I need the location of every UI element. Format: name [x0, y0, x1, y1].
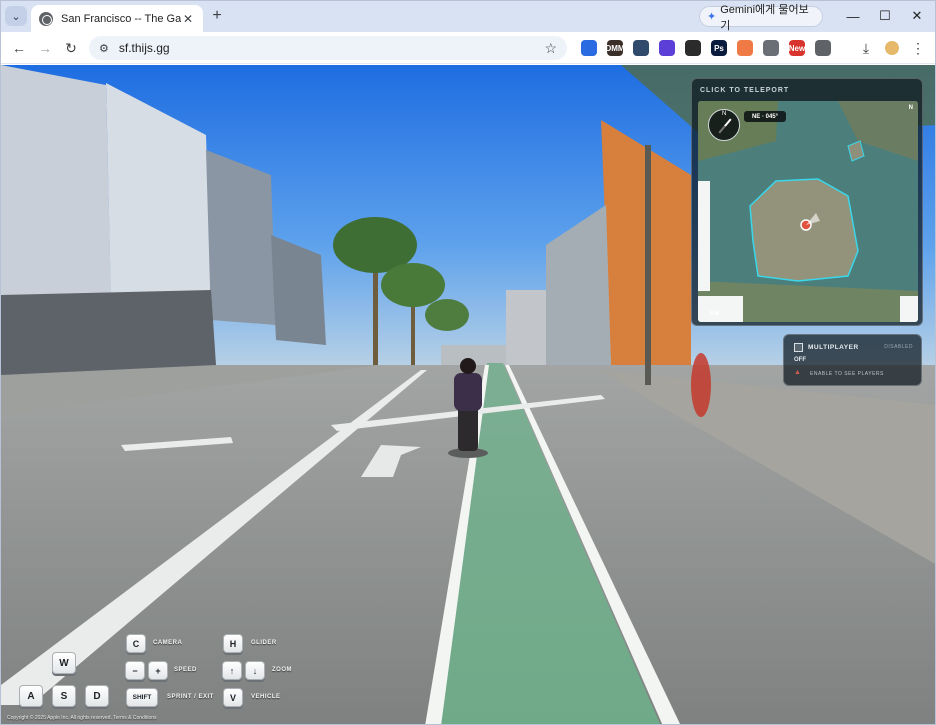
glider-label: GLIDER — [251, 640, 277, 646]
speed-label: SPEED — [174, 667, 197, 673]
tab-close-icon[interactable]: ✕ — [181, 12, 195, 26]
multiplayer-hint: ENABLE TO SEE PLAYERS — [810, 371, 884, 377]
player-torso — [454, 373, 482, 411]
vehicle-label: VEHICLE — [251, 694, 281, 700]
back-button[interactable]: ← — [9, 38, 29, 58]
player-head — [460, 358, 476, 374]
sprint-label: SPRINT / EXIT — [167, 694, 214, 700]
gemini-ask-button[interactable]: ✦ Gemini에게 물어보기 — [699, 4, 823, 32]
forward-button[interactable]: → — [35, 38, 55, 58]
multiplayer-panel: MULTIPLAYER DISABLED OFF ▲ ENABLE TO SEE… — [783, 334, 922, 386]
zoom-label: ZOOM — [272, 667, 292, 673]
move-right-key: D — [85, 685, 109, 707]
extension-burst-icon[interactable] — [737, 40, 753, 56]
white-area-right — [900, 296, 918, 322]
glider-key: H — [223, 634, 243, 653]
gemini-spark-icon: ✦ — [707, 11, 717, 23]
camera-label: CAMERA — [153, 640, 183, 646]
compass-icon[interactable]: N — [708, 109, 740, 141]
warning-triangle-icon: ▲ — [794, 369, 801, 376]
building-left-3 — [206, 150, 276, 325]
extension-puzzle-icon[interactable] — [815, 40, 831, 56]
speed-minus-key: − — [125, 661, 145, 680]
compass-needle — [718, 118, 732, 134]
avatar-icon — [885, 41, 899, 55]
close-window-button[interactable]: ✕ — [901, 5, 933, 27]
arrow-left-icon: ← — [12, 40, 26, 56]
minimap-header: CLICK TO TELEPORT — [700, 87, 790, 94]
white-area-left — [698, 181, 710, 291]
zoom-up-key: ↑ — [222, 661, 242, 680]
browser-window: ⌄ San Francisco -- The Game ✕ + ✦ Gemini… — [0, 0, 936, 725]
reload-icon: ↻ — [65, 39, 77, 56]
reload-button[interactable]: ↻ — [61, 38, 81, 58]
extension-shield-icon[interactable] — [633, 40, 649, 56]
multiplayer-title: MULTIPLAYER — [808, 344, 859, 351]
arrow-right-icon: → — [38, 40, 52, 56]
multiplayer-state: OFF — [794, 357, 806, 363]
extension-spy-icon[interactable] — [685, 40, 701, 56]
map-north-marker: N — [908, 105, 913, 111]
multiplayer-checkbox[interactable] — [794, 343, 803, 352]
extension-blue-circle-icon[interactable] — [581, 40, 597, 56]
address-bar[interactable]: ⚙ sf.thijs.gg ☆ — [89, 36, 567, 60]
copyright-text[interactable]: Copyright © 2025 Apple Inc. All rights r… — [7, 715, 157, 721]
vehicle-key: V — [223, 688, 243, 707]
building-left-storefront — [1, 290, 216, 375]
palm-crown-3 — [425, 299, 469, 331]
chevron-down-icon: ⌄ — [11, 10, 21, 23]
extension-pen-icon[interactable] — [659, 40, 675, 56]
sprint-key: SHIFT — [126, 688, 158, 707]
white-area-bottom — [698, 296, 743, 322]
tab-sf-game[interactable]: San Francisco -- The Game ✕ — [31, 5, 203, 32]
multiplayer-status: DISABLED — [884, 344, 913, 350]
tab-title: San Francisco -- The Game — [61, 12, 181, 25]
profile-avatar[interactable] — [882, 38, 902, 58]
minimap-map[interactable]: N NE · 045° N KM — [698, 101, 918, 322]
new-tab-button[interactable]: + — [207, 6, 227, 26]
red-figure — [691, 353, 711, 417]
extension-new-badge-icon[interactable]: New — [789, 40, 805, 56]
extension-dmm-icon[interactable]: DMM — [605, 40, 625, 56]
player-legs — [458, 405, 478, 451]
move-forward-key: W — [52, 652, 76, 674]
move-left-key: A — [19, 685, 43, 707]
extension-photoshop-icon[interactable]: Ps — [711, 40, 727, 56]
gemini-button-label: Gemini에게 물어보기 — [720, 3, 809, 32]
building-left-1 — [1, 65, 111, 315]
browser-menu-button[interactable]: ⋮ — [908, 38, 928, 58]
palm-crown-2 — [381, 263, 445, 307]
heading-readout: NE · 045° — [744, 111, 786, 122]
minimap-panel[interactable]: CLICK TO TELEPORT N NE · 045° N KM — [691, 78, 923, 326]
maximize-button[interactable]: ☐ — [869, 5, 901, 27]
map-scale-label: KM — [710, 311, 720, 317]
browser-toolbar: ← → ↻ ⚙ sf.thijs.gg ☆ DMM Ps New ⤓ ⋮ — [1, 32, 935, 64]
bookmark-star-icon[interactable]: ☆ — [544, 40, 557, 57]
minimize-button[interactable]: — — [837, 5, 869, 27]
tab-strip: ⌄ San Francisco -- The Game ✕ + ✦ Gemini… — [1, 1, 935, 32]
move-back-key: S — [52, 685, 76, 707]
street-pole — [645, 145, 651, 385]
url-text: sf.thijs.gg — [118, 41, 170, 55]
site-info-icon[interactable]: ⚙ — [99, 42, 109, 55]
zoom-down-key: ↓ — [245, 661, 265, 680]
extension-play-icon[interactable] — [763, 40, 779, 56]
kebab-menu-icon: ⋮ — [911, 39, 925, 56]
downloads-button[interactable]: ⤓ — [856, 38, 876, 58]
speed-plus-key: + — [148, 661, 168, 680]
game-viewport[interactable]: CLICK TO TELEPORT N NE · 045° N KM MULTI… — [1, 65, 935, 724]
download-icon: ⤓ — [862, 39, 870, 56]
compass-north-label: N — [722, 111, 727, 117]
globe-icon — [39, 11, 53, 26]
building-right-far — [506, 290, 546, 365]
tab-search-button[interactable]: ⌄ — [5, 6, 27, 26]
camera-key: C — [126, 634, 146, 653]
